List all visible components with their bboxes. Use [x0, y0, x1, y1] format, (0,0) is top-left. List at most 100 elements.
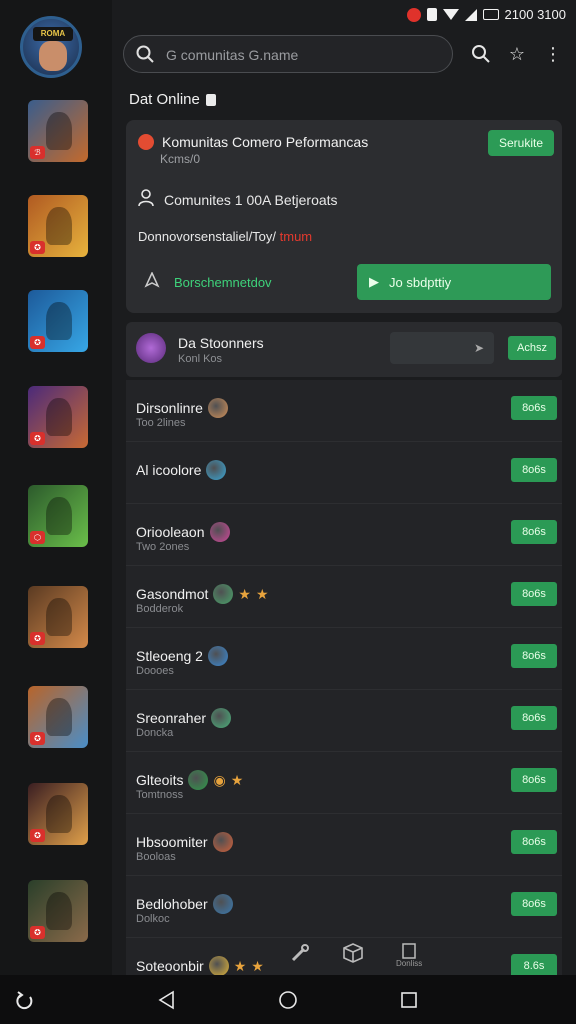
doc-label: Donliss	[396, 958, 423, 968]
suggested-friend[interactable]: Da Stoonners Konl Kos ➤ Achsz	[126, 322, 562, 377]
search-people-icon[interactable]	[469, 42, 493, 66]
friend-extra-icon: ◉	[213, 771, 226, 788]
suggested-sub: Konl Kos	[178, 353, 223, 365]
friend-action-button[interactable]: 8o6s	[511, 582, 557, 606]
friend-name: Glteoits	[136, 772, 184, 788]
search-placeholder[interactable]: G comunitas G.name	[166, 47, 298, 63]
friend-row[interactable]: Al icoolore 8o6s	[126, 442, 562, 504]
friend-action-button[interactable]: 8o6s	[511, 768, 557, 792]
friend-game-icon	[211, 708, 232, 728]
recents-icon[interactable]	[396, 987, 422, 1013]
community-desc-highlight: tmum	[279, 229, 313, 244]
suggested-avatar	[136, 333, 166, 363]
friend-game-icon	[188, 770, 209, 790]
game-tile[interactable]: ✪	[28, 586, 88, 648]
friend-row[interactable]: Stleoeng 2 Doooes 8o6s	[126, 628, 562, 690]
wrench-icon[interactable]	[290, 943, 310, 968]
game-tile[interactable]: ✪	[28, 880, 88, 942]
game-character	[46, 207, 72, 245]
friend-row[interactable]: Sreonraher Doncka 8o6s	[126, 690, 562, 752]
game-character	[46, 302, 72, 340]
friend-status: Tomtnoss	[136, 789, 184, 801]
game-badge-icon: ✪	[30, 241, 45, 254]
friend-game-icon	[207, 398, 228, 418]
friend-row[interactable]: Glteoits ◉ ★ Tomtnoss 8o6s	[126, 752, 562, 814]
friend-extra-icon: ★	[230, 771, 244, 788]
avatar-face	[39, 41, 67, 71]
battery-icon	[482, 9, 499, 20]
share-icon[interactable]	[12, 987, 38, 1013]
avatar-cap-text: ROMA	[33, 27, 73, 41]
star-icon[interactable]: ☆	[505, 42, 529, 66]
friend-game-icon	[212, 894, 233, 914]
community-title-row: Komunitas Comero Peformancas	[138, 134, 368, 150]
friend-row[interactable]: Dirsonlinre Too 2lines 8o6s	[126, 380, 562, 442]
community-secondary-label: Borschemnetdov	[174, 275, 272, 290]
friend-status: Two 2ones	[136, 541, 190, 553]
game-badge-icon: ✪	[30, 336, 45, 349]
community-title: Komunitas Comero Peformancas	[162, 134, 369, 150]
friend-name: Hbsoomiter	[136, 834, 208, 850]
play-icon: ▶	[369, 274, 379, 289]
box-icon[interactable]	[342, 942, 364, 969]
game-character	[46, 698, 72, 736]
suggested-send-icon[interactable]: ➤	[390, 332, 494, 364]
friend-game-icon	[212, 832, 233, 852]
search-bar[interactable]: G comunitas G.name	[123, 35, 453, 73]
game-tile[interactable]: ✪	[28, 783, 88, 845]
friend-game-icon	[213, 584, 234, 604]
friend-status: Doooes	[136, 665, 174, 677]
friend-row[interactable]: Hbsoomiter Booloas 8o6s	[126, 814, 562, 876]
game-rail: ROMA ℬ ✪ ✪ ✪ ⬡ ✪ ✪ ✪ ✪	[0, 0, 112, 975]
game-badge-icon: ✪	[30, 926, 45, 939]
friend-status: Dolkoc	[136, 913, 170, 925]
home-icon[interactable]	[275, 987, 301, 1013]
friend-name-row: Bedlohober	[136, 894, 233, 914]
friend-name: Al icoolore	[136, 462, 202, 478]
friend-row[interactable]: Gasondmot ★ ★ Bodderok 8o6s	[126, 566, 562, 628]
game-tile[interactable]: ℬ	[28, 100, 88, 162]
game-character	[46, 598, 72, 636]
friend-name-row: Sreonraher	[136, 708, 232, 728]
community-subtitle: Kcms/0	[160, 152, 201, 166]
community-play-button[interactable]: ▶ Jo sbdpttiy	[357, 264, 551, 300]
friend-action-button[interactable]: 8o6s	[511, 830, 557, 854]
game-tile[interactable]: ✪	[28, 195, 88, 257]
friend-name: Dirsonlinre	[136, 400, 203, 416]
friend-action-button[interactable]: 8o6s	[511, 644, 557, 668]
game-badge-icon: ✪	[30, 732, 45, 745]
friend-action-button[interactable]: 8o6s	[511, 396, 557, 420]
friend-row[interactable]: Bedlohober Dolkoc 8o6s	[126, 876, 562, 938]
community-desc-main: Donnovorsenstaliel/Toy/	[138, 229, 280, 244]
game-character	[46, 795, 72, 833]
friend-status: Booloas	[136, 851, 176, 863]
back-icon[interactable]	[153, 987, 179, 1013]
friend-action-button[interactable]: 8o6s	[511, 458, 557, 482]
community-members-text: Comunites 1 00A Betjeroats	[164, 191, 338, 208]
game-tile[interactable]: ✪	[28, 386, 88, 448]
sim-icon	[426, 8, 437, 21]
community-join-button[interactable]: Serukite	[488, 130, 554, 156]
friend-name-row: Oriooleaon	[136, 522, 230, 542]
friend-action-button[interactable]: 8o6s	[511, 520, 557, 544]
game-tile[interactable]: ✪	[28, 290, 88, 352]
community-secondary-row[interactable]: Borschemnetdov	[144, 271, 272, 293]
friend-status: Doncka	[136, 727, 174, 739]
game-tile[interactable]: ✪	[28, 686, 88, 748]
game-badge-icon: ✪	[30, 632, 45, 645]
friend-row[interactable]: Oriooleaon Two 2ones 8o6s	[126, 504, 562, 566]
profile-avatar[interactable]: ROMA	[20, 16, 82, 78]
friend-name-row: Hbsoomiter	[136, 832, 233, 852]
friend-action-button[interactable]: 8o6s	[511, 892, 557, 916]
friend-name: Oriooleaon	[136, 524, 205, 540]
doc-icon[interactable]: Donliss	[396, 942, 423, 968]
game-character	[46, 497, 72, 535]
notification-icon	[406, 7, 421, 22]
more-menu-icon[interactable]: ⋮	[541, 42, 565, 66]
game-tile[interactable]: ⬡	[28, 485, 88, 547]
suggested-action-button[interactable]: Achsz	[508, 336, 556, 360]
wifi-icon	[442, 9, 459, 20]
game-character	[46, 112, 72, 150]
friend-name-row: Soteoonbir ★ ★	[136, 956, 264, 976]
friend-action-button[interactable]: 8o6s	[511, 706, 557, 730]
